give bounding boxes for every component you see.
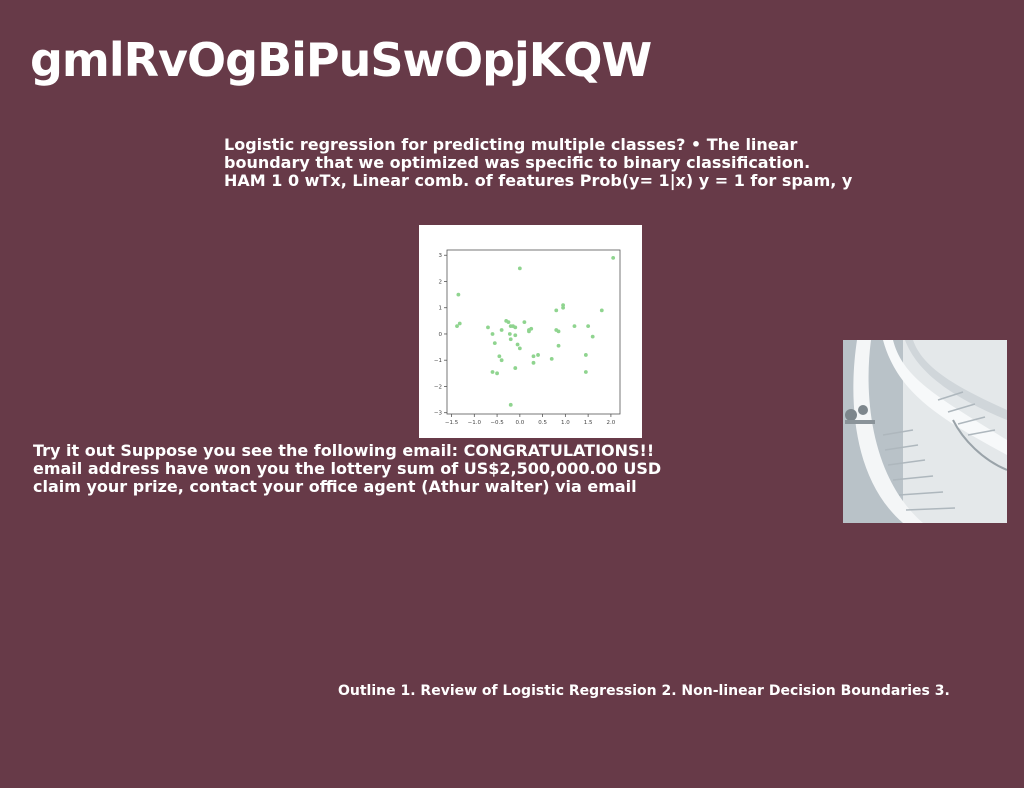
y-tick-label: −1 — [434, 358, 442, 364]
y-tick-label: −3 — [434, 411, 443, 417]
paragraph-logistic-regression: Logistic regression for predicting multi… — [224, 136, 852, 190]
y-tick-label: −2 — [434, 384, 442, 390]
scatter-point — [456, 292, 461, 297]
staircase-image — [843, 340, 1007, 523]
scatter-point — [506, 320, 511, 325]
scatter-point — [527, 329, 531, 334]
paragraph-line: claim your prize, contact your office ag… — [33, 477, 637, 496]
y-tick-label: 0 — [439, 332, 443, 338]
scatter-points — [455, 255, 616, 407]
scatter-point — [590, 334, 595, 339]
scatter-point — [583, 353, 588, 357]
scatter-point — [531, 360, 536, 365]
scatter-point — [517, 346, 522, 351]
scatter-point — [556, 343, 561, 348]
paragraph-line: Logistic regression for predicting multi… — [224, 135, 798, 154]
scatter-point — [486, 325, 490, 330]
scatter-point — [508, 402, 513, 407]
scatter-point — [583, 370, 588, 374]
scatter-point — [549, 356, 554, 361]
scatter-point — [492, 341, 497, 346]
scatter-point — [572, 324, 577, 328]
plot-frame — [446, 249, 621, 415]
slide-title: gmlRvOgBiPuSwOpjKQW — [30, 33, 652, 87]
scatter-point — [513, 333, 518, 338]
scatter-point — [457, 321, 462, 326]
y-tick-label: 3 — [439, 253, 443, 259]
scatter-point — [522, 320, 527, 325]
x-axis: −1.5 −1.0 −0.5 0.0 0.5 1.0 1.5 2.0 — [445, 414, 616, 426]
outline-text: Outline 1. Review of Logistic Regression… — [338, 683, 950, 699]
scatter-point — [490, 332, 495, 336]
x-tick-label: 1.5 — [584, 420, 593, 426]
scatter-point — [536, 353, 540, 357]
paragraph-line: HAM 1 0 wTx, Linear comb. of features Pr… — [224, 171, 853, 190]
scatter-plot-image: −1.5 −1.0 −0.5 0.0 0.5 1.0 1.5 2.0 3 2 1 0 −1 −2 −3 — [419, 225, 642, 438]
scatter-point — [599, 308, 604, 313]
x-tick-label: 0.5 — [538, 420, 547, 426]
y-tick-label: 1 — [439, 306, 443, 312]
y-axis: 3 2 1 0 −1 −2 −3 — [434, 253, 447, 417]
scatter-point — [517, 266, 522, 271]
scatter-point — [513, 325, 518, 330]
paragraph-line: Try it out Suppose you see the following… — [33, 441, 655, 460]
x-tick-label: −0.5 — [490, 420, 504, 426]
x-tick-label: −1.5 — [445, 420, 459, 426]
paragraph-line: boundary that we optimized was specific … — [224, 153, 811, 172]
scatter-point — [556, 329, 561, 334]
scatter-point — [455, 324, 459, 328]
scatter-point — [495, 371, 499, 376]
scatter-point — [561, 305, 565, 310]
scatter-point — [499, 358, 504, 363]
scatter-point — [513, 366, 518, 370]
scatter-point — [507, 332, 512, 336]
scatter-point — [586, 324, 591, 328]
scatter-plot: −1.5 −1.0 −0.5 0.0 0.5 1.0 1.5 2.0 3 2 1 0 −1 −2 −3 — [434, 249, 621, 426]
staircase-photo — [843, 340, 1007, 523]
paragraph-line: email address have won you the lottery s… — [33, 459, 662, 478]
x-tick-label: 2.0 — [607, 420, 616, 426]
scatter-point — [515, 342, 520, 347]
scatter-point — [531, 354, 536, 359]
scatter-point — [554, 308, 559, 313]
scatter-point — [611, 255, 616, 260]
scatter-point — [508, 337, 513, 342]
paragraph-try-it-out: Try it out Suppose you see the following… — [33, 442, 661, 496]
y-tick-label: 2 — [439, 279, 443, 285]
scatter-point — [490, 370, 495, 374]
x-tick-label: 1.0 — [561, 420, 570, 426]
x-tick-label: 0.0 — [515, 420, 524, 426]
scatter-point — [497, 354, 502, 359]
x-tick-label: −1.0 — [468, 420, 482, 426]
scatter-point — [499, 328, 504, 332]
